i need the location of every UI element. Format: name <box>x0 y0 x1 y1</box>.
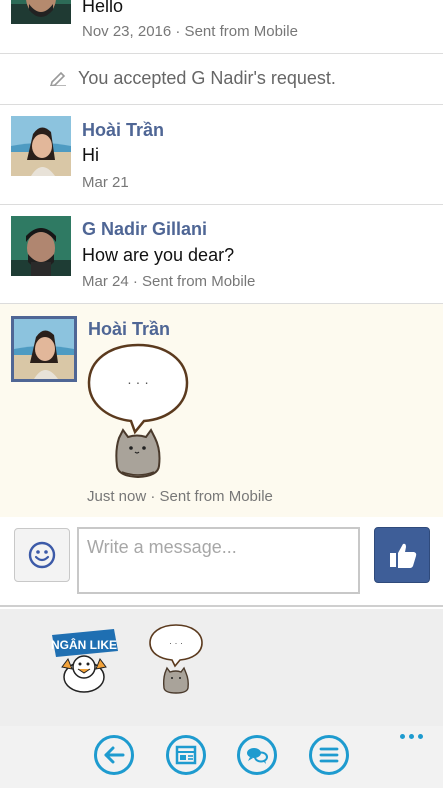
message-item: G Nadir Gillani How are you dear? Mar 24… <box>0 205 443 304</box>
like-button[interactable] <box>374 527 430 583</box>
message-text: Hello <box>82 0 124 16</box>
pusheen-speech-bubble-sticker[interactable]: · · · <box>86 342 190 482</box>
message-item-latest: Hoài Trần · · · Just now · Sent from Mob… <box>0 304 443 517</box>
avatar[interactable] <box>11 0 71 24</box>
news-feed-button[interactable] <box>166 735 206 775</box>
message-meta: Just now · Sent from Mobile <box>87 488 273 505</box>
ngan-like-sticker[interactable]: NGÂN LIKE <box>48 623 120 693</box>
message-item: Hoài Trần Hi Mar 21 <box>0 105 443 205</box>
sticker-label: · · · <box>169 638 183 648</box>
pencil-icon <box>49 70 67 91</box>
sender-name[interactable]: Hoài Trần <box>82 120 164 141</box>
sender-name[interactable]: G Nadir Gillani <box>82 219 207 240</box>
message-meta: Mar 24 · Sent from Mobile <box>82 273 256 290</box>
avatar[interactable] <box>11 116 71 176</box>
system-message: You accepted G Nadir's request. <box>0 54 443 105</box>
chat-button[interactable] <box>237 735 277 775</box>
message-input[interactable] <box>77 527 360 594</box>
more-icon[interactable] <box>398 730 428 742</box>
sticker-text: · · · <box>127 374 149 390</box>
sticker-label: NGÂN LIKE <box>51 637 117 652</box>
message-item: Hello Nov 23, 2016 · Sent from Mobile <box>0 0 443 54</box>
message-text: Hi <box>82 145 99 165</box>
message-meta: Nov 23, 2016 · Sent from Mobile <box>82 23 298 40</box>
message-text: How are you dear? <box>82 245 235 265</box>
system-message-text: You accepted G Nadir's request. <box>78 68 336 88</box>
avatar[interactable] <box>11 316 77 382</box>
message-meta: Mar 21 <box>82 174 129 191</box>
composer <box>0 517 443 607</box>
pusheen-bubble-sticker[interactable]: · · · <box>148 623 204 695</box>
menu-button[interactable] <box>309 735 349 775</box>
back-button[interactable] <box>94 735 134 775</box>
sticker-tray: NGÂN LIKE · · · <box>0 609 443 726</box>
sender-name[interactable]: Hoài Trần <box>88 319 170 340</box>
emoji-button[interactable] <box>14 528 70 582</box>
app-bar <box>0 726 443 788</box>
avatar[interactable] <box>11 216 71 276</box>
